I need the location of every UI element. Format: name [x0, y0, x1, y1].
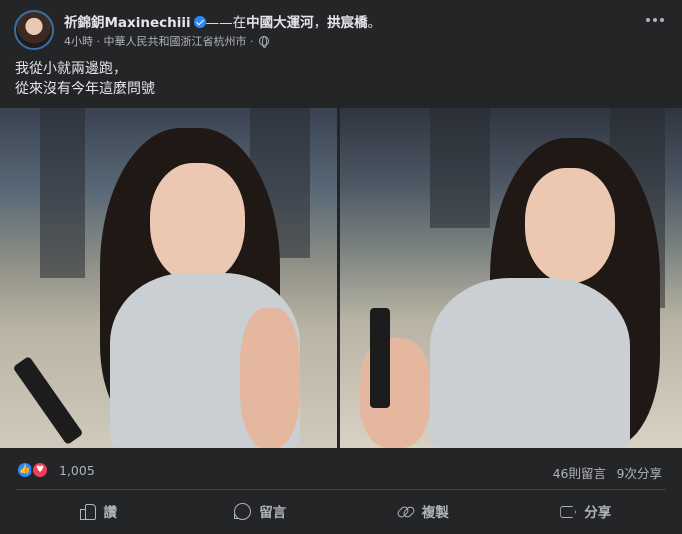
post-photo-2[interactable] [340, 108, 682, 448]
location-link[interactable]: 中國大運河 [246, 15, 314, 31]
post-caption: 我從小就兩邊跑， 從來沒有今年這麼問號 [15, 59, 155, 99]
link-icon [396, 502, 414, 520]
like-button[interactable]: 讚 [16, 492, 179, 530]
separator: ， [313, 15, 328, 31]
reaction-count[interactable]: 1,005 [59, 463, 95, 478]
caption-line-1: 我從小就兩邊跑， [15, 61, 127, 77]
post-place: 中華人民共和國浙江省杭州市 [103, 35, 247, 48]
comment-label: 留言 [259, 505, 287, 521]
caption-line-2: 從來沒有今年這麼問號 [15, 81, 155, 97]
share-count[interactable]: 9次分享 [617, 463, 662, 482]
divider [16, 489, 666, 490]
reactions-bar: 👍 ♥ 1,005 46則留言 9次分享 [16, 461, 668, 481]
activity-link[interactable]: 拱宸橋 [327, 15, 368, 31]
comment-button[interactable]: 留言 [179, 492, 342, 530]
thumbs-up-icon [78, 502, 96, 520]
globe-icon [259, 35, 269, 48]
meta-dot-2: · [246, 35, 257, 48]
author-line: 祈錦鈅Maxinechiii ——在中國大運河，拱宸橋。 [64, 11, 381, 31]
comment-count[interactable]: 46則留言 [553, 463, 606, 482]
love-reaction-icon: ♥ [31, 461, 49, 479]
comment-icon [233, 502, 252, 520]
avatar[interactable] [14, 10, 54, 50]
post-time[interactable]: 4小時 [64, 35, 93, 48]
share-button[interactable]: 分享 [504, 492, 667, 530]
like-label: 讚 [103, 505, 118, 521]
copy-button[interactable]: 複製 [341, 492, 504, 530]
share-icon [558, 502, 576, 520]
more-options-icon[interactable] [646, 18, 664, 22]
author-prefix: ——在 [205, 15, 247, 31]
author-name[interactable]: 祈錦鈅Maxinechiii [64, 15, 191, 31]
share-label: 分享 [584, 505, 612, 521]
suffix: 。 [367, 15, 382, 31]
meta-dot: · [93, 35, 104, 48]
copy-label: 複製 [421, 505, 449, 521]
verified-badge-icon [193, 16, 206, 28]
post-photo-1[interactable] [0, 108, 337, 448]
post-meta: 4小時 · 中華人民共和國浙江省杭州市 · [64, 33, 269, 49]
action-bar: 讚 留言 複製 分享 [16, 492, 666, 530]
reaction-icons[interactable]: 👍 ♥ [16, 461, 49, 479]
post-header: 祈錦鈅Maxinechiii ——在中國大運河，拱宸橋。 4小時 · 中華人民共和… [14, 10, 668, 50]
